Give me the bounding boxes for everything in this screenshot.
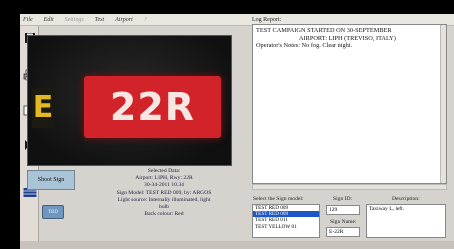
selected-data-model: Sign Model: TEST RED 009, by: ARGOS <box>116 189 212 196</box>
menu-test[interactable]: Test <box>95 17 104 23</box>
description-field[interactable]: Taxiway L, left. <box>366 204 446 238</box>
log-horizontal-scrollbar[interactable] <box>252 184 447 190</box>
log-line: AIRPORT: LIPH (TREVISO, ITALY) <box>299 34 396 42</box>
sign-name-field[interactable]: E-22R <box>326 227 360 237</box>
sign-model-label: Select the Sign model: <box>253 196 304 202</box>
sign-id-label: Sign ID: <box>333 196 353 202</box>
selected-data-panel: Selected Data: Airport: LIPH, Rwy: 22R 3… <box>98 168 230 218</box>
description-label: Description: <box>392 196 420 202</box>
sign-name-label: Sign Name: <box>330 219 357 225</box>
menu-airport[interactable]: Airport <box>115 17 133 23</box>
log-report-label: Log Report: <box>252 17 282 23</box>
camera-preview: E 22R <box>27 35 232 166</box>
status-strip <box>20 241 454 249</box>
small-action-button[interactable]: TBD <box>42 205 64 219</box>
log-line: Operator's Notes: No fog. Clear night. <box>256 42 353 50</box>
selected-data-back: Back colour: Red <box>144 211 184 218</box>
list-item[interactable]: TEST YELLOW 01 <box>253 224 319 230</box>
menu-file[interactable]: File <box>23 17 33 23</box>
menu-settings[interactable]: Settings <box>65 17 84 23</box>
selected-data-datetime: 30-34-2011 10.34 <box>144 182 184 189</box>
log-report-textarea[interactable]: TEST CAMPAIGN STARTED ON 30-SEPTEMBER AI… <box>252 24 447 184</box>
selected-data-light-2: bulb <box>159 204 169 211</box>
runway-sign: 22R <box>84 76 221 138</box>
log-vertical-scrollbar[interactable] <box>440 25 446 183</box>
sign-id-field[interactable]: 129 <box>326 205 360 215</box>
selected-data-title: Selected Data: <box>147 168 181 174</box>
menu-edit[interactable]: Edit <box>44 17 54 23</box>
shoot-sign-button[interactable]: Shoot Sign <box>27 170 75 190</box>
selected-data-light: Light source: Internally illuminated, li… <box>117 196 211 203</box>
log-line: TEST CAMPAIGN STARTED ON 30-SEPTEMBER <box>256 27 392 34</box>
top-black-strip <box>0 0 454 14</box>
sign-model-list[interactable]: TEST RED 009 TEST RED 009 TEST RED 011 T… <box>252 204 320 238</box>
taxiway-letter-sign: E <box>32 88 54 128</box>
selected-data-airport: Airport: LIPH, Rwy: 22R <box>135 175 193 182</box>
runway-sign-text: 22R <box>109 85 196 129</box>
menu-help[interactable]: ? <box>144 17 147 23</box>
